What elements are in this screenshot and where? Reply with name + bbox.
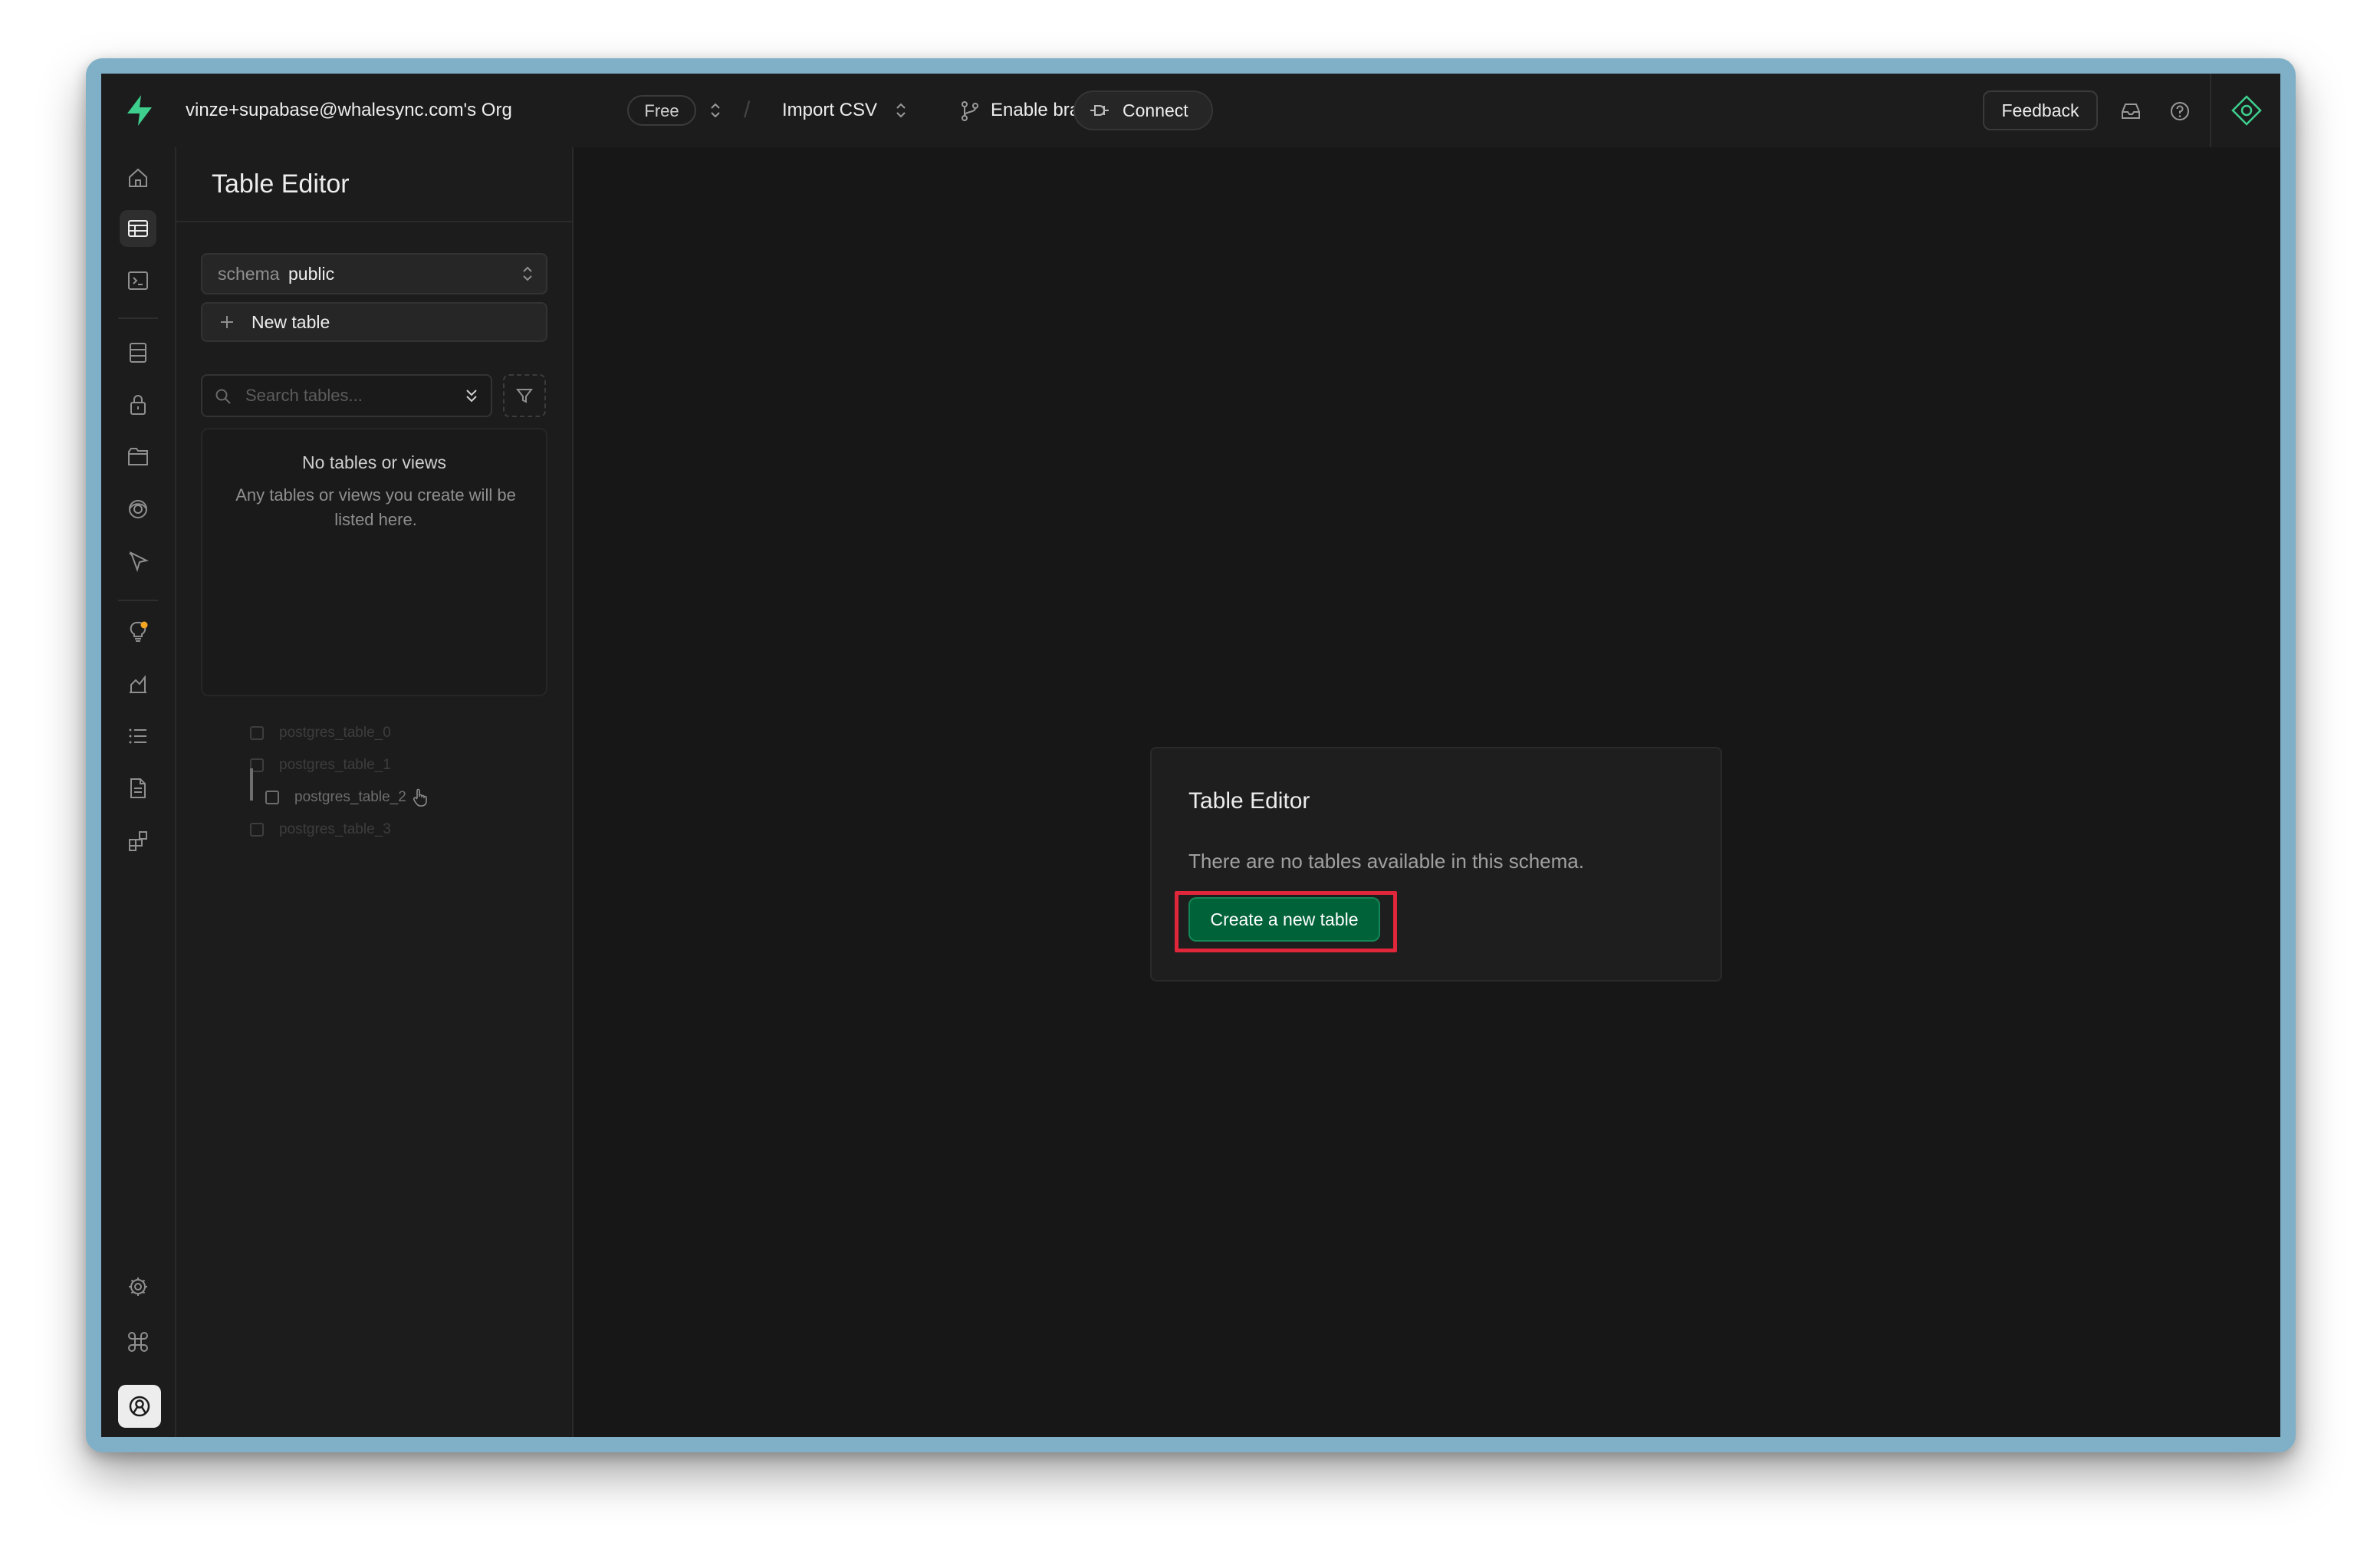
connect-label: Connect [1123,100,1188,120]
integrations-icon[interactable] [120,822,156,859]
search-placeholder: Search tables... [245,386,363,405]
org-name[interactable]: vinze+supabase@whalesync.com's Org [186,74,512,147]
supabase-logo-icon[interactable] [121,92,158,129]
rail-separator [118,600,158,601]
api-docs-icon[interactable] [120,770,156,807]
realtime-icon[interactable] [120,491,156,528]
placeholder-table-row: postgres_table_2 [265,782,429,813]
schema-selector[interactable]: schema public [201,253,547,294]
placeholder-table-row: postgres_table_3 [250,814,391,845]
sql-editor-icon[interactable] [120,262,156,299]
create-table-button[interactable]: Create a new table [1188,897,1380,942]
search-tables-input[interactable]: Search tables... [201,374,492,417]
filter-icon [515,389,534,403]
table-icon [265,790,279,804]
new-table-button[interactable]: New table [201,302,547,342]
empty-state-description: Any tables or views you create will be l… [235,485,516,529]
schema-value: public [288,264,335,284]
chevron-updown-icon [523,266,532,281]
rail-separator [118,317,158,319]
home-icon[interactable] [120,159,156,196]
advisors-icon[interactable] [120,613,156,650]
panel-title: Table Editor [212,169,350,199]
empty-schema-card: Table Editor There are no tables availab… [1150,747,1722,982]
command-icon[interactable] [120,1323,156,1360]
assistant-icon[interactable] [2230,94,2263,127]
search-icon [215,389,231,404]
schema-label: schema [218,264,280,284]
top-bar: vinze+supabase@whalesync.com's Org Free … [101,74,2280,149]
card-description: There are no tables available in this sc… [1188,850,1584,873]
settings-icon[interactable] [120,1268,156,1305]
project-switcher-chevron-icon[interactable] [893,101,909,120]
sidebar-nav [101,147,176,1437]
auth-icon[interactable] [120,386,156,423]
org-switcher-chevron-icon[interactable] [707,101,724,120]
panel-header: Table Editor [176,147,572,222]
empty-state-title: No tables or views [302,452,446,472]
chevrons-down-icon[interactable] [463,386,480,405]
table-editor-icon[interactable] [120,210,156,247]
project-name[interactable]: Import CSV [782,74,877,147]
reports-icon[interactable] [120,666,156,702]
connect-button[interactable]: Connect [1073,90,1213,130]
help-icon[interactable] [2168,100,2191,123]
empty-state: No tables or views Any tables or views y… [201,428,547,696]
edge-functions-icon[interactable] [120,543,156,580]
hand-cursor-icon [413,788,427,807]
table-icon [250,725,264,740]
filter-button[interactable] [503,374,546,417]
placeholder-table-row: postgres_table_0 [250,718,391,748]
plus-icon [221,316,233,328]
main-content: Table Editor There are no tables availab… [574,147,2280,1437]
placeholder-table-row: postgres_table_1 [250,750,391,781]
inbox-icon[interactable] [2119,100,2142,123]
plan-badge: Free [627,95,696,126]
storage-icon[interactable] [120,439,156,475]
table-list-panel: Table Editor schema public New table Sea… [176,147,574,1437]
git-branch-icon [962,101,978,121]
avatar-icon[interactable] [118,1385,161,1428]
topbar-divider [2210,74,2211,147]
feedback-button[interactable]: Feedback [1983,90,2098,130]
active-row-indicator [250,768,253,801]
logs-icon[interactable] [120,718,156,755]
window-frame: vinze+supabase@whalesync.com's Org Free … [86,58,2296,1452]
table-icon [250,822,264,837]
new-table-label: New table [251,312,330,332]
card-title: Table Editor [1188,788,1310,814]
app-window: vinze+supabase@whalesync.com's Org Free … [101,74,2280,1437]
database-icon[interactable] [120,334,156,371]
plug-icon [1090,105,1109,116]
breadcrumb-separator: / [744,97,751,123]
